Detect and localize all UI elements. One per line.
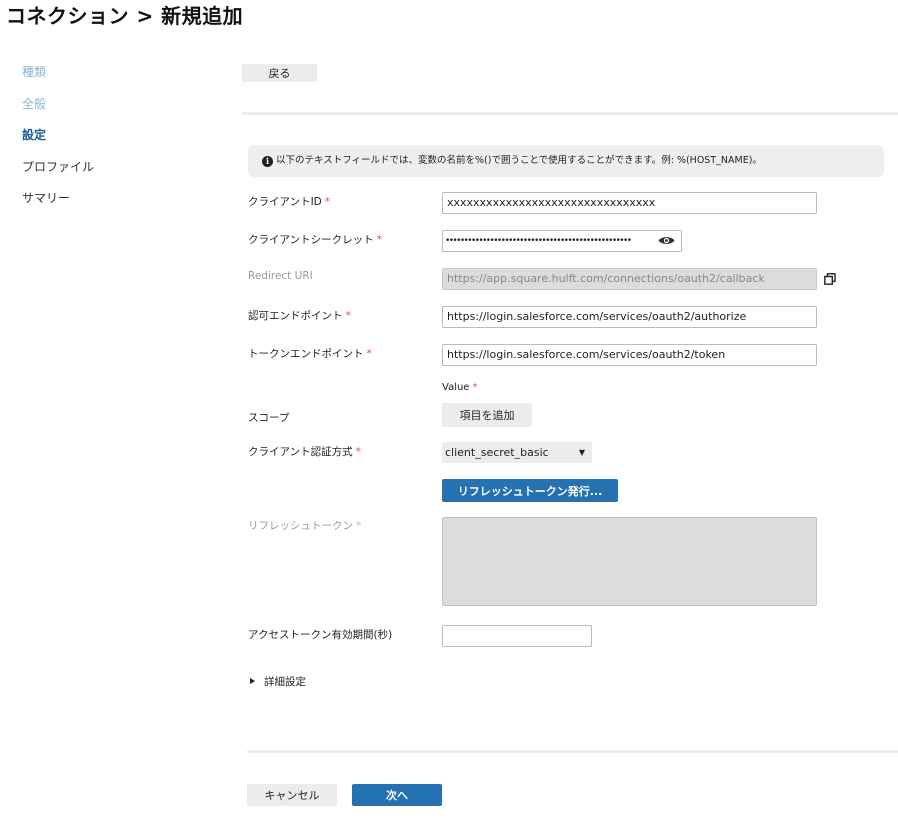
access-token-expiry-input[interactable] — [442, 625, 592, 647]
client-secret-value: ••••••••••••••••••••••••••••••••••••••••… — [445, 236, 632, 246]
client-secret-label: クライアントシークレット * — [248, 232, 382, 247]
required-mark: * — [472, 382, 478, 393]
cancel-button[interactable]: キャンセル — [247, 784, 337, 806]
sidebar-item-profile[interactable]: プロファイル — [22, 157, 202, 189]
caret-right-icon — [250, 678, 255, 684]
required-mark: * — [366, 348, 372, 360]
required-mark: * — [324, 196, 331, 208]
refresh-token-label-text: リフレッシュトークン — [248, 520, 353, 532]
redirect-uri-label: Redirect URI — [248, 270, 313, 282]
next-button[interactable]: 次へ — [352, 784, 442, 806]
client-id-input[interactable]: xxxxxxxxxxxxxxxxxxxxxxxxxxxxxxxx — [442, 192, 817, 214]
sidebar-item-settings[interactable]: 設定 — [22, 125, 202, 157]
client-auth-label: クライアント認証方式 * — [248, 444, 361, 459]
divider — [242, 112, 898, 115]
client-auth-selected: client_secret_basic — [445, 446, 549, 459]
required-mark: * — [376, 234, 382, 246]
token-endpoint-label: トークンエンドポイント * — [248, 346, 372, 361]
page-title: コネクション > 新規追加 — [6, 4, 244, 28]
auth-endpoint-label: 認可エンドポイント * — [248, 308, 351, 323]
caret-down-icon: ▼ — [578, 448, 585, 457]
info-banner: i 以下のテキストフィールドでは、変数の名前を%()で囲うことで使用することができ… — [248, 145, 884, 177]
scope-value-header-text: Value — [442, 382, 470, 393]
auth-endpoint-input[interactable]: https://login.salesforce.com/services/oa… — [442, 306, 817, 328]
eye-icon[interactable] — [658, 235, 675, 246]
token-endpoint-label-text: トークンエンドポイント — [248, 348, 364, 360]
client-id-label-text: クライアントID — [248, 196, 322, 208]
access-token-expiry-label: アクセストークン有効期間(秒) — [248, 629, 393, 641]
required-mark: * — [356, 520, 362, 532]
divider — [247, 750, 898, 753]
advanced-settings-label: 詳細設定 — [264, 676, 306, 688]
wizard-steps: 種類 全般 設定 プロファイル サマリー — [22, 62, 202, 220]
back-button[interactable]: 戻る — [242, 64, 317, 82]
issue-refresh-token-button[interactable]: リフレッシュトークン発行... — [442, 479, 618, 502]
refresh-token-textarea — [442, 517, 817, 606]
client-auth-select[interactable]: client_secret_basic ▼ — [442, 442, 592, 463]
advanced-settings-toggle[interactable]: 詳細設定 — [250, 674, 306, 689]
redirect-uri-input: https://app.square.hulft.com/connections… — [442, 268, 817, 290]
required-mark: * — [345, 310, 351, 322]
info-circle-icon: i — [262, 156, 273, 167]
scope-label: スコープ — [248, 412, 290, 424]
client-id-label: クライアントID * — [248, 194, 330, 209]
required-mark: * — [355, 446, 361, 458]
copy-icon[interactable] — [824, 273, 836, 285]
refresh-token-label: リフレッシュトークン * — [248, 518, 361, 533]
sidebar-item-type[interactable]: 種類 — [22, 62, 202, 94]
client-auth-label-text: クライアント認証方式 — [248, 446, 353, 458]
auth-endpoint-label-text: 認可エンドポイント — [248, 310, 343, 322]
client-secret-input[interactable]: ••••••••••••••••••••••••••••••••••••••••… — [442, 230, 682, 252]
sidebar-item-general[interactable]: 全般 — [22, 94, 202, 126]
token-endpoint-input[interactable]: https://login.salesforce.com/services/oa… — [442, 344, 817, 366]
info-text: 以下のテキストフィールドでは、変数の名前を%()で囲うことで使用することができま… — [276, 155, 762, 166]
add-item-button[interactable]: 項目を追加 — [442, 403, 532, 427]
client-secret-label-text: クライアントシークレット — [248, 234, 374, 246]
scope-value-header: Value * — [442, 382, 477, 393]
sidebar-item-summary[interactable]: サマリー — [22, 188, 202, 220]
